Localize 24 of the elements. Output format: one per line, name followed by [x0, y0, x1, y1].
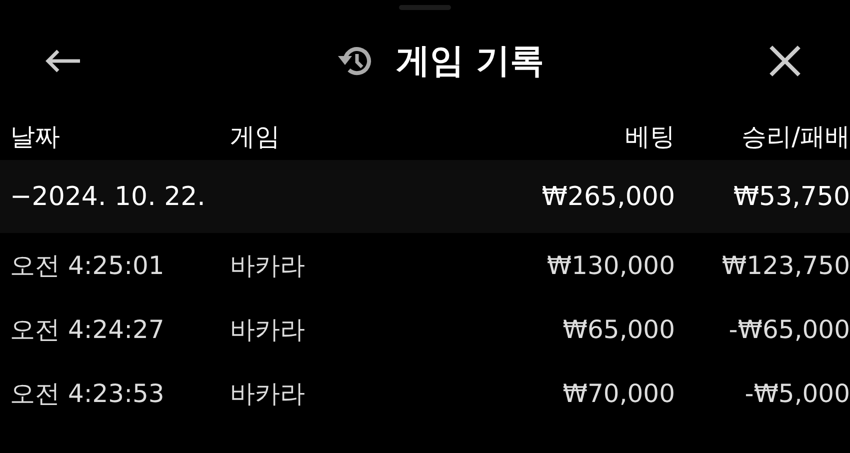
column-header: 게임 — [230, 120, 281, 152]
close-icon[interactable] — [768, 44, 802, 78]
time-text: 오전 4:25:01 — [10, 250, 166, 282]
date-group-row[interactable]: −2024. 10. 22. ₩265,000 ₩53,750 — [0, 160, 850, 233]
column-header: 베팅 — [624, 120, 675, 152]
column-header: 승리/패배 — [740, 120, 850, 152]
drag-handle[interactable] — [399, 5, 451, 10]
time-text: 오전 4:24:27 — [10, 314, 166, 346]
bet-amount: ₩65,000 — [562, 314, 675, 344]
column-header: 날짜 — [10, 120, 61, 152]
bet-amount: ₩70,000 — [562, 378, 675, 408]
game-name: 바카라 — [230, 250, 306, 282]
game-name: 바카라 — [230, 314, 306, 346]
game-name: 바카라 — [230, 378, 306, 410]
date-text: −2024. 10. 22. — [10, 182, 206, 212]
result-amount: -₩5,000 — [744, 378, 850, 408]
time-text: 오전 4:23:53 — [10, 378, 166, 410]
result-amount: -₩65,000 — [728, 314, 850, 344]
result-amount: ₩123,750 — [720, 250, 850, 280]
back-arrow-icon[interactable] — [44, 48, 82, 74]
window-title: 게임 기록 — [396, 40, 544, 83]
bet-amount: ₩265,000 — [540, 182, 675, 212]
bet-amount: ₩130,000 — [546, 250, 675, 280]
result-amount: ₩53,750 — [732, 182, 850, 212]
